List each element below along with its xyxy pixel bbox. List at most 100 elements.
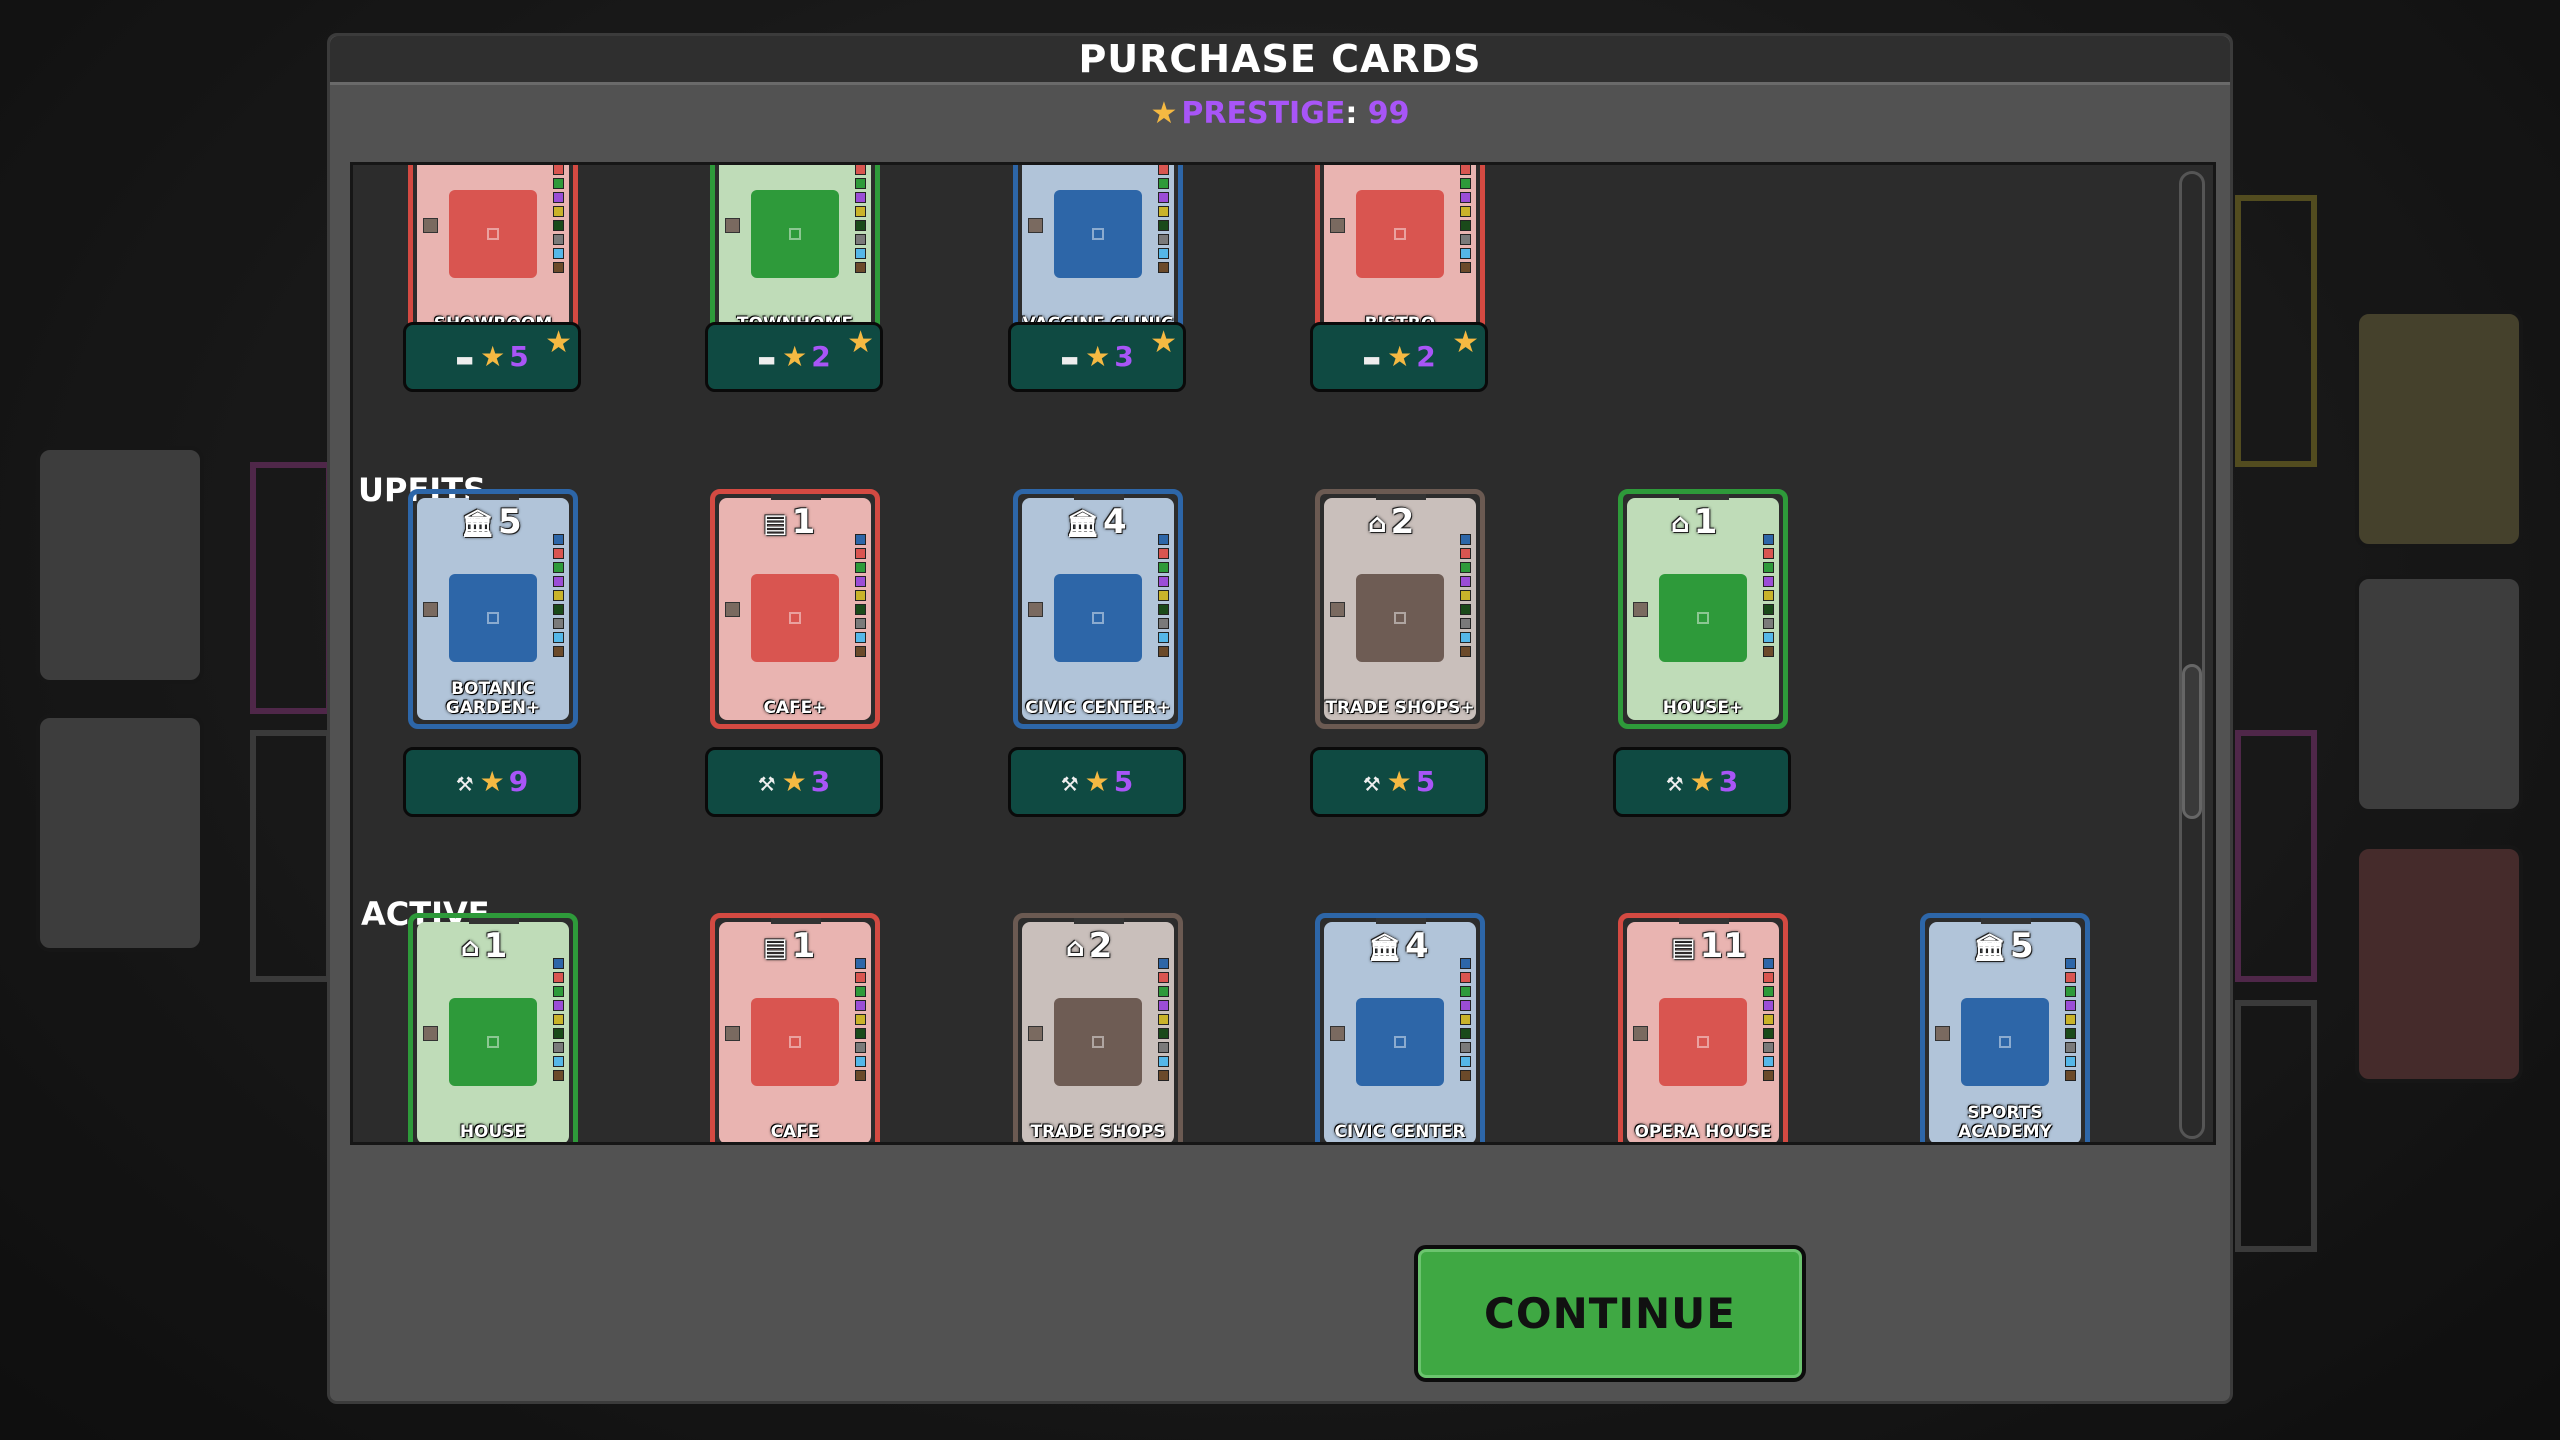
purchase-cards-dialog: PURCHASE CARDS ★ PRESTIGE: 99 UPFITS ACTI… [327, 33, 2233, 1404]
card-civic-center[interactable]: 🏛 4 CIVIC CENTER [1315, 913, 1485, 1142]
card-botanic-garden[interactable]: 🏛 5 BOTANIC GARDEN+ [408, 489, 578, 729]
color-pip [2065, 1042, 2076, 1053]
scrollbar-thumb[interactable] [2182, 664, 2202, 819]
color-pip [553, 192, 564, 203]
card-name: CIVIC CENTER [1334, 1122, 1466, 1142]
color-pip [1158, 604, 1169, 615]
card-civic-center[interactable]: 🏛 4 CIVIC CENTER+ [1013, 489, 1183, 729]
card-header: 🏛 5 [461, 502, 522, 542]
card-trade-shops[interactable]: ⌂ 2 TRADE SHOPS+ [1315, 489, 1485, 729]
color-pip [1158, 986, 1169, 997]
scrollbar[interactable] [2179, 171, 2205, 1139]
color-pip [1460, 576, 1471, 587]
star-icon: ★ [479, 765, 505, 798]
color-pip [553, 604, 564, 615]
card-color-pips [855, 534, 867, 660]
buy-price-button[interactable]: ⚒ ★ 3 [705, 747, 883, 817]
card-side-pip [423, 218, 438, 233]
color-pip [1158, 178, 1169, 189]
card-cafe[interactable]: ▤ 1 CAFE [710, 913, 880, 1142]
house-icon: ⌂ [461, 932, 480, 963]
color-pip [1460, 986, 1471, 997]
color-pip [1460, 234, 1471, 245]
buy-price-button[interactable]: ▬ ★ 2 ★ [705, 322, 883, 392]
color-pip [855, 548, 866, 559]
card-number: 4 [1405, 926, 1429, 966]
card-house[interactable]: ⌂ 1 HOUSE+ [1618, 489, 1788, 729]
card-house[interactable]: ⌂ 1 HOUSE [408, 913, 578, 1142]
color-pip [855, 248, 866, 259]
buy-price-button[interactable]: ⚒ ★ 9 [403, 747, 581, 817]
card-art-marker [1394, 612, 1406, 624]
hammer-icon: ⚒ [1665, 772, 1684, 796]
card-art [751, 998, 839, 1086]
buy-price-button[interactable]: ▬ ★ 5 ★ [403, 322, 581, 392]
buy-price-button[interactable]: ⚒ ★ 5 [1310, 747, 1488, 817]
color-pip [1763, 1000, 1774, 1011]
buy-price-button[interactable]: ▬ ★ 2 ★ [1310, 322, 1488, 392]
prestige-label: PRESTIGE [1181, 96, 1346, 131]
card-townhome[interactable]: TOWNHOME [710, 165, 880, 345]
bonus-star-icon: ★ [545, 325, 572, 360]
color-pip [1158, 206, 1169, 217]
bank-icon: 🏛 [1066, 508, 1100, 539]
hammer-icon: ⚒ [1362, 772, 1381, 796]
color-pip [1763, 562, 1774, 573]
color-pip [1158, 958, 1169, 969]
color-pip [1460, 534, 1471, 545]
card-sports-academy[interactable]: 🏛 5 SPORTS ACADEMY [1920, 913, 2090, 1142]
card-trade-shops[interactable]: ⌂ 2 TRADE SHOPS [1013, 913, 1183, 1142]
color-pip [1763, 1056, 1774, 1067]
card-header: ▤ 1 [763, 502, 815, 542]
card-color-pips [1158, 165, 1170, 276]
card-color-pips [1460, 958, 1472, 1084]
color-pip [553, 986, 564, 997]
card-art-marker [487, 1036, 499, 1048]
card-color-pips [855, 958, 867, 1084]
color-pip [855, 590, 866, 601]
card-cafe[interactable]: ▤ 1 CAFE+ [710, 489, 880, 729]
buy-price-button[interactable]: ▬ ★ 3 ★ [1008, 322, 1186, 392]
color-pip [1158, 618, 1169, 629]
dialog-title-bar: PURCHASE CARDS [330, 36, 2230, 85]
card-number: 4 [1103, 502, 1127, 542]
color-pip [553, 632, 564, 643]
hammer-icon: ⚒ [455, 772, 474, 796]
color-pip [1158, 576, 1169, 587]
star-icon: ★ [1084, 765, 1110, 798]
card-art-marker [789, 228, 801, 240]
card-name: CAFE [770, 1122, 820, 1142]
color-pip [553, 262, 564, 273]
color-pip [1460, 604, 1471, 615]
card-vaccine-clinic[interactable]: VACCINE CLINIC [1013, 165, 1183, 345]
card-scroll-area[interactable]: UPFITS ACTIVE SHOWROOM▬★5★TOWNHOME▬★2★VA… [350, 162, 2216, 1145]
card-name: HOUSE+ [1662, 698, 1744, 718]
house-icon: ⌂ [1671, 508, 1690, 539]
card-showroom[interactable]: SHOWROOM [408, 165, 578, 345]
card-side-pip [1633, 1026, 1648, 1041]
buy-price-button[interactable]: ⚒ ★ 5 [1008, 747, 1186, 817]
color-pip [553, 248, 564, 259]
bed-icon: ▬ [455, 347, 475, 371]
color-pip [1763, 986, 1774, 997]
color-pip [1158, 262, 1169, 273]
color-pip [553, 958, 564, 969]
bed-icon: ▬ [1060, 347, 1080, 371]
color-pip [1460, 548, 1471, 559]
card-art [751, 574, 839, 662]
star-icon: ★ [480, 340, 506, 373]
continue-button[interactable]: CONTINUE [1414, 1245, 1806, 1382]
card-art-marker [1092, 1036, 1104, 1048]
card-art [1659, 998, 1747, 1086]
color-pip [1158, 234, 1169, 245]
card-name: OPERA HOUSE [1634, 1122, 1772, 1142]
card-header: ▤ 1 [763, 926, 815, 966]
card-name: TRADE SHOPS+ [1325, 698, 1475, 718]
color-pip [553, 178, 564, 189]
card-color-pips [1460, 534, 1472, 660]
color-pip [855, 165, 866, 175]
card-bistro[interactable]: BISTRO [1315, 165, 1485, 345]
card-opera-house[interactable]: ▤ 11 OPERA HOUSE [1618, 913, 1788, 1142]
hammer-icon: ⚒ [1060, 772, 1079, 796]
buy-price-button[interactable]: ⚒ ★ 3 [1613, 747, 1791, 817]
